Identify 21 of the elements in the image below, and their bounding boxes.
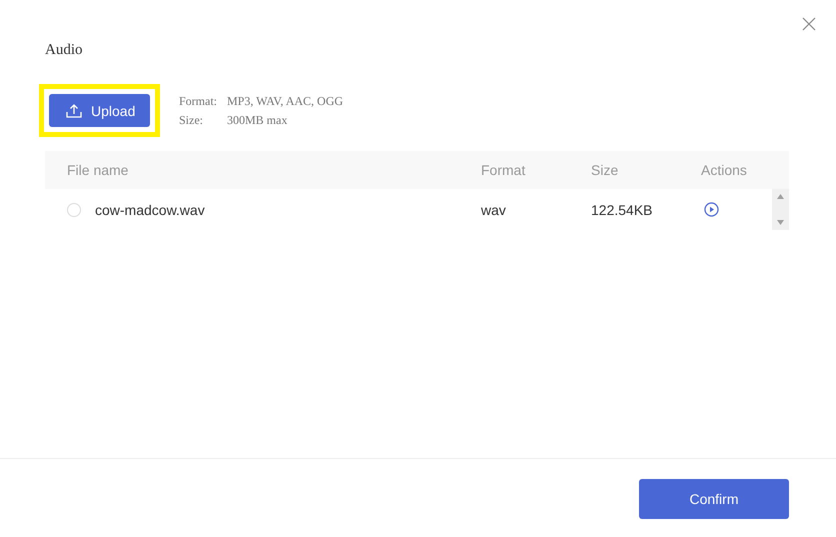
column-header: Size bbox=[591, 162, 620, 178]
dialog-title: Audio bbox=[45, 42, 84, 59]
table-cell: 122.54KB bbox=[591, 202, 652, 218]
info-label: Format: bbox=[179, 94, 218, 108]
confirm-button[interactable]: Confirm bbox=[639, 479, 789, 519]
scrollbar[interactable] bbox=[772, 189, 789, 230]
file-name: cow-madcow.wav bbox=[95, 202, 205, 218]
scroll-up-icon[interactable] bbox=[777, 194, 784, 199]
upload-icon bbox=[66, 102, 82, 118]
upload-button[interactable]: Upload bbox=[49, 94, 150, 127]
play-icon[interactable] bbox=[704, 202, 719, 217]
info-value: 300MB max bbox=[227, 112, 288, 126]
column-header: File name bbox=[66, 162, 130, 178]
scroll-down-icon[interactable] bbox=[777, 220, 784, 225]
info-label: Size: bbox=[179, 112, 204, 128]
column-header: Actions bbox=[701, 162, 748, 178]
info-value: MP3, WAV, AAC, OGG bbox=[227, 94, 344, 108]
column-header: Format bbox=[481, 162, 526, 178]
close-icon[interactable] bbox=[802, 17, 816, 31]
table-cell: wav bbox=[481, 202, 506, 218]
radio-button[interactable] bbox=[67, 202, 81, 216]
